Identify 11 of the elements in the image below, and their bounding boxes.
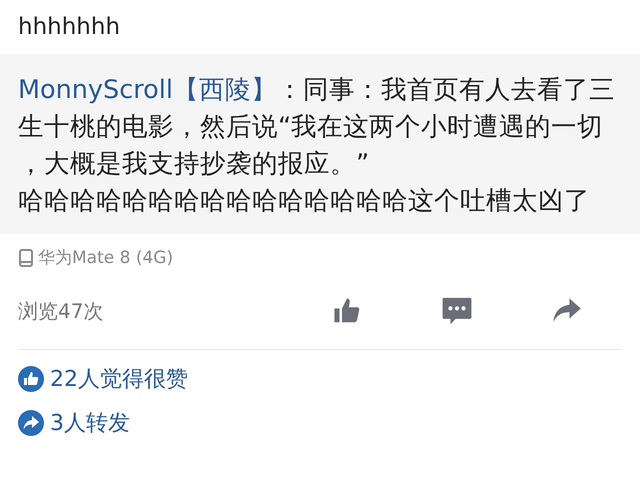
quote-text: MonnyScroll【西陵】：同事：我首页有人去看了三 生十桃的电影，然后说“我在这两个小时遭遇的一切 ，大概是我支持抄袭的报应。” 哈哈哈哈哈哈哈哈哈哈哈哈哈哈哈这个吐槽太凶了 <box>18 74 616 218</box>
comment-icon <box>440 295 474 327</box>
author-link[interactable]: MonnyScroll【西陵】 <box>18 75 277 105</box>
thumbs-up-icon <box>18 366 44 392</box>
view-count: 浏览47次 <box>18 298 104 324</box>
like-count[interactable]: 22人觉得很赞 <box>50 364 188 394</box>
share-icon <box>18 410 44 436</box>
share-count[interactable]: 3人转发 <box>50 408 130 438</box>
device-label: 华为Mate 8 (4G) <box>38 247 174 269</box>
phone-icon <box>18 248 34 268</box>
post-title: hhhhhhh <box>17 13 122 42</box>
